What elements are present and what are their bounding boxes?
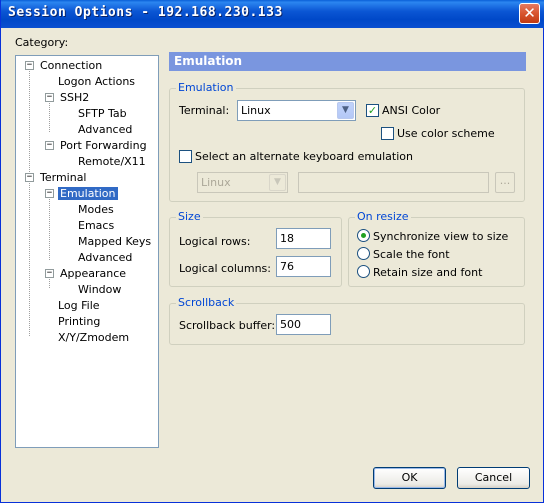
tree-item-label: Logon Actions — [58, 75, 136, 88]
tree-item-xyzmodem[interactable]: X/Y/Zmodem — [56, 330, 131, 345]
collapse-icon[interactable]: − — [45, 141, 54, 150]
tree-item-label: Log File — [58, 299, 100, 312]
tree-item-label: SFTP Tab — [78, 107, 127, 120]
tree-item-ssh2[interactable]: − SSH2 — [44, 90, 91, 105]
chevron-down-icon[interactable]: ▼ — [269, 174, 286, 191]
tree-item-label: Window — [78, 283, 122, 296]
cancel-button[interactable]: Cancel — [457, 467, 530, 489]
title-bar[interactable]: Session Options - 192.168.230.133 ✕ — [1, 0, 544, 28]
rows-field[interactable]: 18 — [276, 228, 331, 249]
alt-keyboard-label: Select an alternate keyboard emulation — [195, 150, 413, 163]
tree-line — [29, 68, 30, 180]
tree-item-label: Remote/X11 — [78, 155, 146, 168]
tree-item-logon-actions[interactable]: Logon Actions — [56, 74, 137, 89]
tree-item-log-file[interactable]: Log File — [56, 298, 102, 313]
chevron-down-icon[interactable]: ▼ — [337, 102, 354, 119]
ok-button[interactable]: OK — [373, 467, 446, 489]
category-label: Category: — [15, 36, 69, 49]
sync-view-label: Synchronize view to size — [373, 230, 509, 243]
window-title: Session Options - 192.168.230.133 — [8, 5, 283, 20]
sync-view-radio[interactable] — [357, 229, 370, 242]
tree-item-label: Emacs — [78, 219, 115, 232]
rows-label: Logical rows: — [179, 235, 251, 248]
tree-item-label: Terminal — [40, 171, 87, 184]
tree-item-terminal[interactable]: − Terminal — [24, 170, 89, 185]
tree-item-printing[interactable]: Printing — [56, 314, 102, 329]
scrollback-buffer-label: Scrollback buffer: — [179, 319, 276, 332]
category-tree[interactable]: − Connection Logon Actions − SSH2 SFTP T… — [15, 55, 159, 448]
tree-item-label: Advanced — [78, 123, 133, 136]
retain-size-label: Retain size and font — [373, 266, 483, 279]
use-color-scheme-checkbox[interactable] — [381, 127, 394, 140]
tree-item-label: Printing — [58, 315, 101, 328]
collapse-icon[interactable]: − — [45, 269, 54, 278]
tree-item-port-forwarding[interactable]: − Port Forwarding — [44, 138, 149, 153]
use-color-scheme-label: Use color scheme — [397, 127, 495, 140]
columns-label: Logical columns: — [179, 262, 271, 275]
tree-item-sftp-tab[interactable]: SFTP Tab — [76, 106, 129, 121]
collapse-icon[interactable]: − — [25, 61, 34, 70]
ansi-color-label: ANSI Color — [382, 104, 441, 117]
terminal-label: Terminal: — [179, 104, 230, 117]
tree-item-mapped-keys[interactable]: Mapped Keys — [76, 234, 153, 249]
session-options-dialog: Session Options - 192.168.230.133 ✕ Cate… — [0, 0, 544, 503]
group-title: Emulation — [176, 81, 236, 94]
tree-item-label: SSH2 — [60, 91, 90, 104]
scale-font-radio[interactable] — [357, 247, 370, 260]
close-icon[interactable]: ✕ — [519, 3, 540, 24]
tree-item-emacs[interactable]: Emacs — [76, 218, 116, 233]
alt-keyboard-select-value: Linux — [201, 176, 231, 189]
tree-item-appearance[interactable]: − Appearance — [44, 266, 128, 281]
tree-item-label: Appearance — [60, 267, 127, 280]
tree-item-label: Emulation — [58, 187, 118, 200]
scale-font-label: Scale the font — [373, 248, 450, 261]
tree-item-emulation-advanced[interactable]: Advanced — [76, 250, 134, 265]
tree-item-connection[interactable]: − Connection — [24, 58, 104, 73]
tree-item-label: X/Y/Zmodem — [58, 331, 130, 344]
alt-keyboard-file-field[interactable] — [298, 172, 489, 193]
group-title: Size — [176, 210, 203, 223]
radio-dot — [361, 233, 366, 238]
tree-item-label: Connection — [40, 59, 103, 72]
tree-item-remote-x11[interactable]: Remote/X11 — [76, 154, 148, 169]
retain-size-radio[interactable] — [357, 265, 370, 278]
terminal-select-value: Linux — [241, 104, 271, 117]
terminal-select[interactable]: Linux ▼ — [237, 100, 356, 121]
group-title: On resize — [355, 210, 411, 223]
tree-item-ssh2-advanced[interactable]: Advanced — [76, 122, 134, 137]
ansi-color-checkbox[interactable]: ✓ — [366, 104, 379, 117]
group-title: Scrollback — [176, 296, 237, 309]
collapse-icon[interactable]: − — [45, 189, 54, 198]
tree-item-label: Advanced — [78, 251, 133, 264]
collapse-icon[interactable]: − — [25, 173, 34, 182]
tree-line — [29, 180, 30, 336]
columns-field[interactable]: 76 — [276, 256, 331, 277]
tree-item-window[interactable]: Window — [76, 282, 123, 297]
tree-item-emulation[interactable]: − Emulation — [44, 186, 118, 201]
alt-keyboard-checkbox[interactable] — [179, 150, 192, 163]
panel-header: Emulation — [169, 52, 526, 71]
tree-item-label: Mapped Keys — [78, 235, 152, 248]
collapse-icon[interactable]: − — [45, 93, 54, 102]
browse-button[interactable]: ... — [495, 172, 515, 193]
scrollback-buffer-field[interactable]: 500 — [276, 314, 331, 335]
tree-item-modes[interactable]: Modes — [76, 202, 116, 217]
tree-item-label: Port Forwarding — [60, 139, 147, 152]
tree-item-label: Modes — [78, 203, 114, 216]
alt-keyboard-select[interactable]: Linux ▼ — [197, 172, 288, 193]
tree-line — [49, 196, 50, 260]
